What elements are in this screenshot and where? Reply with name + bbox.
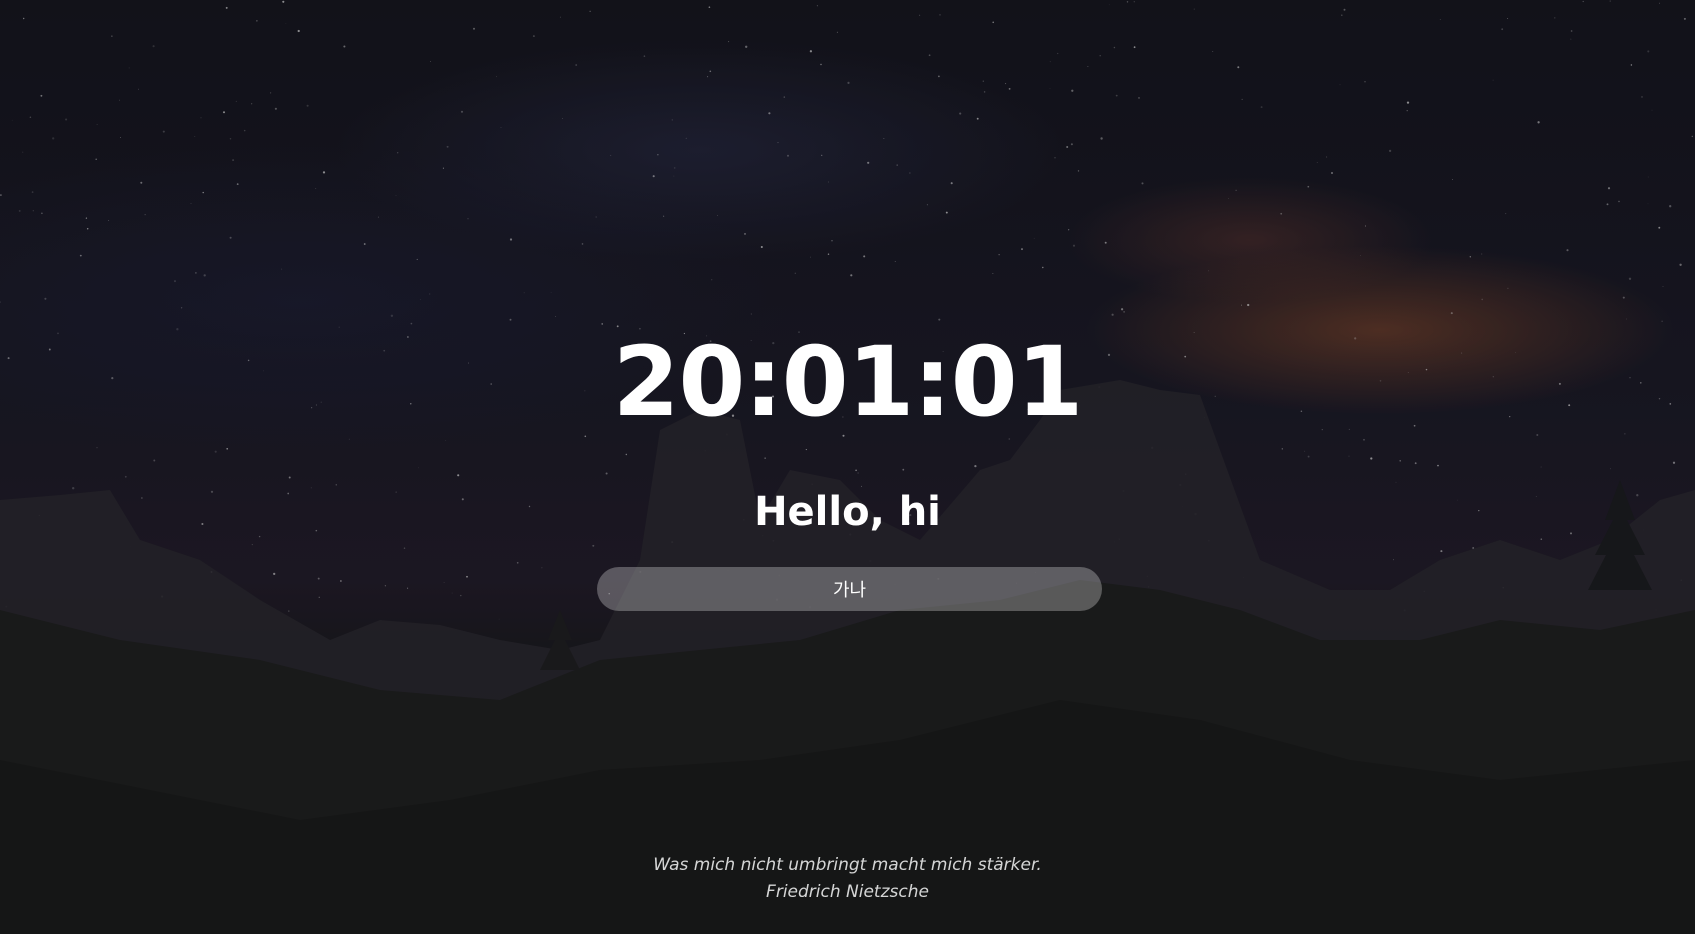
clock: 20:01:01 bbox=[612, 326, 1084, 438]
quote: Was mich nicht umbringt macht mich stärk… bbox=[0, 852, 1695, 906]
todo-input[interactable] bbox=[597, 567, 1102, 611]
quote-text: Was mich nicht umbringt macht mich stärk… bbox=[653, 855, 1042, 875]
main-content: 20:01:01 Hello, hi Was mich nicht umbrin… bbox=[0, 0, 1695, 934]
quote-author: Friedrich Nietzsche bbox=[766, 882, 929, 902]
greeting: Hello, hi bbox=[754, 489, 941, 535]
